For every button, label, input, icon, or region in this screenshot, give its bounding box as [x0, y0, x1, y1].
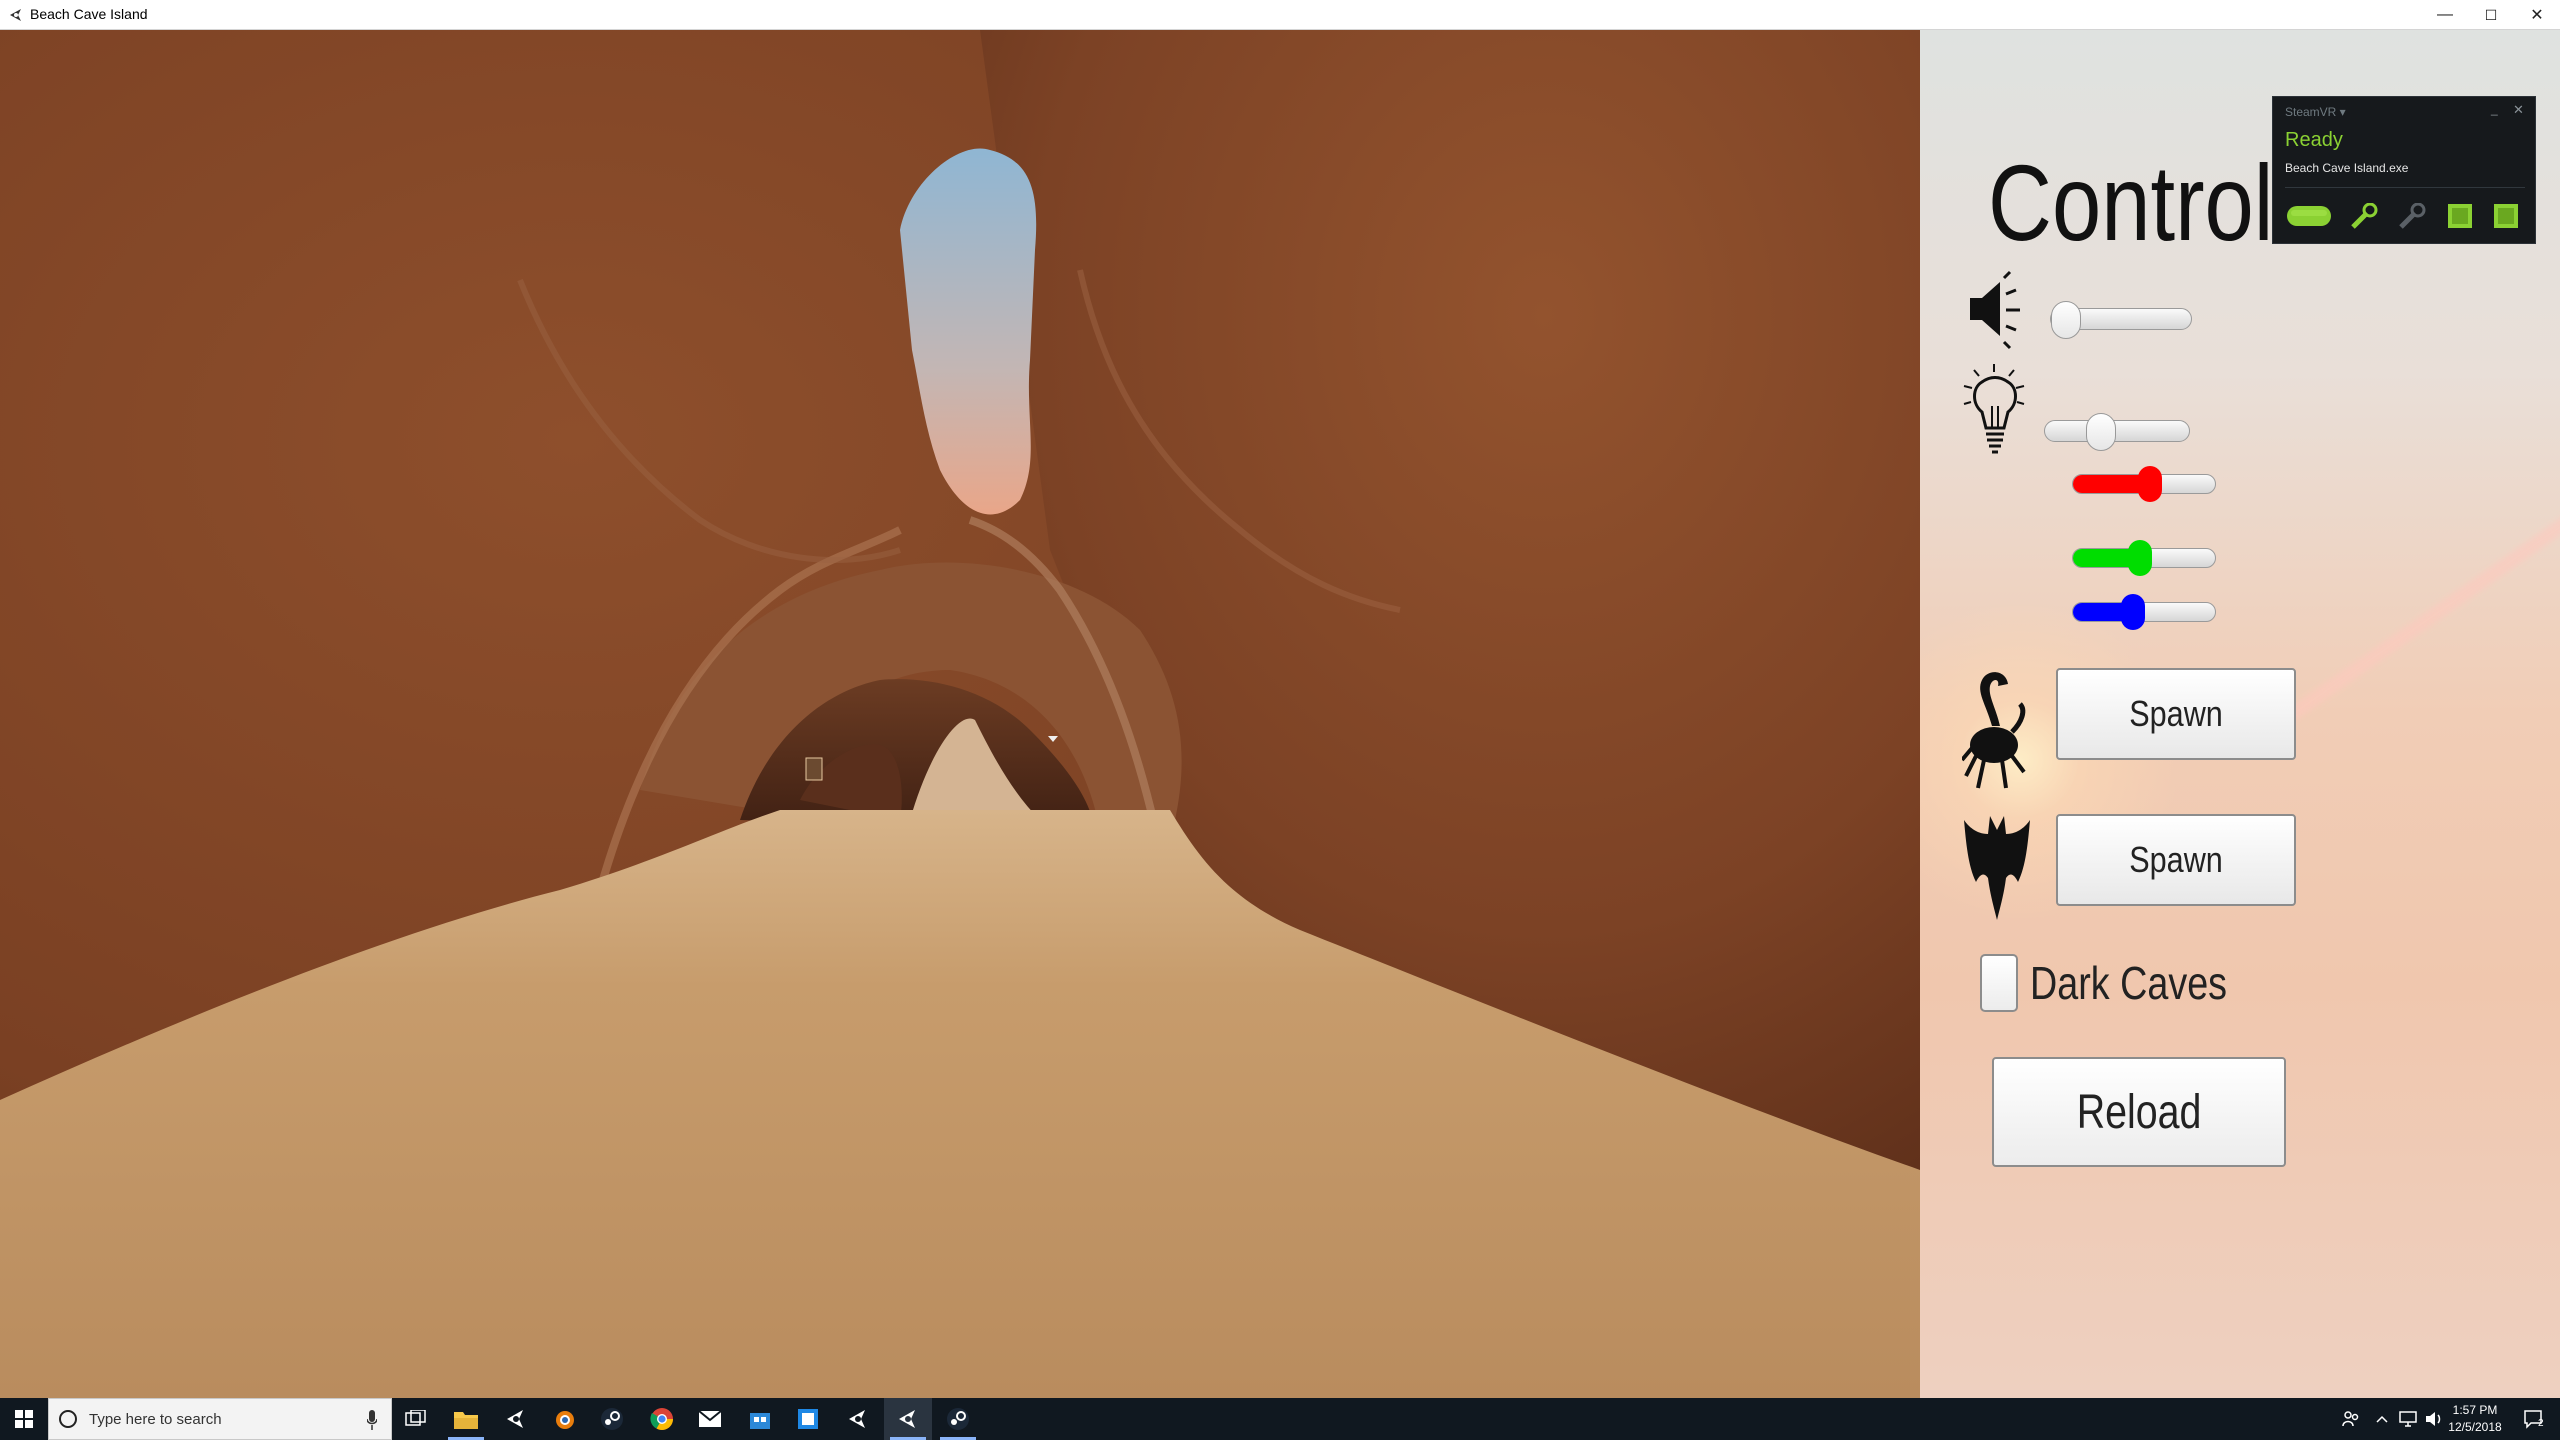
green-slider-thumb[interactable]	[2128, 540, 2153, 576]
crab-spawn-button[interactable]: Spawn	[2056, 668, 2296, 760]
dark-caves-checkbox[interactable]	[1980, 954, 2018, 1012]
red-slider-thumb[interactable]	[2137, 466, 2162, 502]
app-icon	[10, 9, 21, 21]
dark-caves-label: Dark Caves	[2030, 957, 2228, 1009]
action-center-button[interactable]: 2	[2514, 1398, 2554, 1440]
taskbar-steamvr[interactable]	[934, 1398, 982, 1440]
people-icon	[2342, 1411, 2359, 1427]
chrome-icon	[650, 1408, 673, 1430]
network-icon	[2399, 1411, 2417, 1427]
taskbar: Type here to search 1:57 PM 12/5/2018 2	[0, 1398, 2560, 1440]
taskbar-app-blue[interactable]	[784, 1398, 832, 1440]
taskbar-unity-1[interactable]	[492, 1398, 540, 1440]
tray-people[interactable]	[2334, 1398, 2368, 1440]
close-button[interactable]: ✕	[2514, 0, 2560, 30]
base-station-1-icon	[2448, 204, 2472, 228]
window-title: Beach Cave Island	[30, 6, 148, 22]
tray-network[interactable]	[2396, 1398, 2420, 1440]
brightness-slider[interactable]	[2044, 413, 2190, 451]
window-title-bar: Beach Cave Island — ☐ ✕	[0, 0, 2560, 30]
steamvr-minimize-button[interactable]: _	[2491, 102, 2498, 116]
bat-spawn-label: Spawn	[2129, 839, 2223, 880]
speaker-icon	[1970, 270, 2020, 350]
crab-spawn-label: Spawn	[2129, 693, 2223, 734]
mail-icon	[698, 1410, 722, 1427]
steamvr-close-button[interactable]: ✕	[2513, 102, 2524, 118]
cave-scene	[0, 30, 1920, 1398]
store-icon	[750, 1413, 770, 1429]
steam-icon	[601, 1408, 623, 1430]
brightness-slider-thumb[interactable]	[2085, 413, 2116, 451]
controller-1-icon	[2351, 203, 2378, 229]
taskbar-chrome[interactable]	[638, 1398, 686, 1440]
steamvr-menu[interactable]: SteamVR ▾	[2285, 105, 2346, 119]
blender-icon	[556, 1411, 574, 1429]
unity-icon	[899, 1410, 915, 1428]
microphone-icon[interactable]	[367, 1410, 377, 1430]
taskbar-mail[interactable]	[686, 1398, 734, 1440]
taskbar-steam[interactable]	[588, 1398, 636, 1440]
taskbar-unity-2[interactable]	[834, 1398, 882, 1440]
app-window-icon	[798, 1409, 818, 1429]
game-viewport[interactable]	[0, 30, 1920, 1398]
volume-slider-thumb[interactable]	[2051, 301, 2081, 339]
blue-slider-thumb[interactable]	[2121, 594, 2146, 630]
steamvr-divider	[2285, 187, 2525, 188]
reload-button[interactable]: Reload	[1992, 1057, 2286, 1167]
taskbar-beach-cave-island[interactable]	[884, 1398, 932, 1440]
clock-date[interactable]: 12/5/2018	[2440, 1420, 2510, 1434]
headset-icon	[2287, 206, 2331, 226]
controller-2-icon	[2399, 203, 2426, 229]
minimize-button[interactable]: —	[2422, 0, 2468, 30]
blue-slider[interactable]	[2072, 594, 2216, 630]
clock-time[interactable]: 1:57 PM	[2440, 1403, 2510, 1417]
green-slider[interactable]	[2072, 540, 2216, 576]
taskbar-search[interactable]: Type here to search	[48, 1398, 392, 1440]
bat-spawn-button[interactable]: Spawn	[2056, 814, 2296, 906]
cortana-icon	[59, 1410, 77, 1428]
sky-streak	[2255, 490, 2560, 743]
folder-icon	[454, 1412, 478, 1429]
base-station-2-icon	[2494, 204, 2518, 228]
controls-title: Controls	[1988, 142, 2318, 263]
taskbar-file-explorer[interactable]	[442, 1398, 490, 1440]
taskbar-store[interactable]	[736, 1398, 784, 1440]
start-button[interactable]	[0, 1398, 48, 1440]
taskbar-app-blender[interactable]	[540, 1398, 588, 1440]
windows-icon	[15, 1410, 33, 1428]
lightbulb-icon	[1963, 364, 2025, 454]
tray-overflow[interactable]	[2370, 1398, 2394, 1440]
unity-icon	[507, 1410, 523, 1428]
unity-icon	[849, 1410, 865, 1428]
crab-icon	[1962, 672, 2026, 789]
steamvr-status-window[interactable]: SteamVR ▾ _ ✕ Ready Beach Cave Island.ex…	[2272, 96, 2536, 244]
steamvr-status: Ready	[2285, 129, 2343, 151]
reload-label: Reload	[2076, 1085, 2202, 1139]
search-placeholder: Type here to search	[89, 1411, 222, 1428]
volume-slider[interactable]	[2050, 301, 2192, 339]
chevron-up-icon	[2376, 1415, 2388, 1423]
red-slider[interactable]	[2072, 466, 2216, 502]
notification-count: 2	[2538, 1418, 2544, 1429]
maximize-button[interactable]: ☐	[2468, 0, 2514, 30]
task-view-button[interactable]	[392, 1398, 440, 1440]
task-view-icon	[405, 1410, 426, 1426]
steamvr-app-name: Beach Cave Island.exe	[2285, 161, 2409, 175]
bat-icon	[1964, 816, 2030, 920]
steam-icon	[947, 1408, 969, 1430]
